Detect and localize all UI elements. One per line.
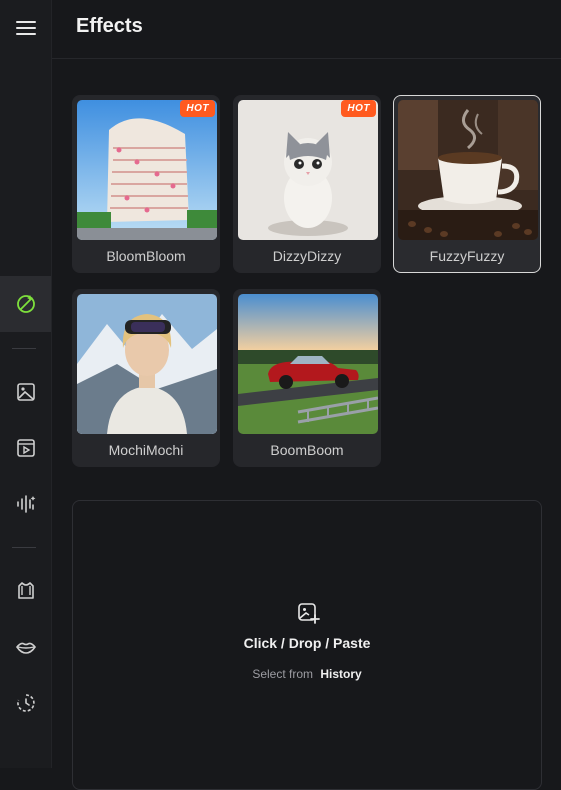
effect-label: DizzyDizzy	[272, 248, 342, 264]
shirt-icon	[17, 582, 34, 599]
effects-icon	[16, 295, 35, 313]
effect-thumbnail	[77, 100, 217, 240]
effect-thumbnail	[398, 100, 538, 240]
sidebar-item-effects[interactable]	[0, 276, 51, 332]
sidebar-divider	[12, 348, 36, 349]
hot-badge: HOT	[341, 100, 376, 117]
add-image-icon	[298, 603, 320, 624]
history-icon	[16, 694, 35, 712]
effect-card-fuzzyfuzzy[interactable]: FuzzyFuzzy	[393, 95, 541, 273]
menu-button[interactable]	[0, 0, 51, 56]
effect-label: BoomBoom	[270, 442, 344, 458]
hot-badge: HOT	[180, 100, 215, 117]
header: Effects	[52, 0, 561, 59]
audio-wave-icon	[16, 495, 35, 513]
sidebar-item-history[interactable]	[0, 675, 51, 731]
sidebar-item-outfit[interactable]	[0, 563, 51, 619]
menu-icon	[15, 21, 36, 35]
history-link[interactable]: History	[320, 667, 361, 681]
effect-thumbnail	[238, 100, 378, 240]
sidebar-divider	[12, 547, 36, 548]
sidebar-item-lips[interactable]	[0, 619, 51, 675]
effect-card-boomboom[interactable]: BoomBoom	[233, 289, 381, 467]
lips-icon	[15, 642, 36, 654]
effect-label: FuzzyFuzzy	[429, 248, 505, 264]
sidebar-item-audio[interactable]	[0, 476, 51, 532]
effect-label: MochiMochi	[108, 442, 184, 458]
effect-label: BloomBloom	[106, 248, 186, 264]
effect-card-mochimochi[interactable]: MochiMochi	[72, 289, 220, 467]
sidebar-item-image[interactable]	[0, 364, 51, 420]
image-icon	[16, 383, 35, 401]
effect-thumbnail	[77, 294, 217, 434]
upload-title: Click / Drop / Paste	[243, 635, 371, 651]
upload-dropzone[interactable]: Click / Drop / Paste Select from History	[72, 500, 542, 790]
select-from-history: Select from History	[73, 667, 541, 681]
effect-thumbnail	[238, 294, 378, 434]
sidebar	[0, 0, 52, 768]
video-icon	[16, 439, 35, 457]
select-prefix: Select from	[252, 667, 313, 681]
sidebar-item-video[interactable]	[0, 420, 51, 476]
effect-card-bloombloom[interactable]: HOT BloomBloom	[72, 95, 220, 273]
effect-card-dizzydizzy[interactable]: HOT DizzyDizzy	[233, 95, 381, 273]
page-title: Effects	[76, 15, 143, 37]
